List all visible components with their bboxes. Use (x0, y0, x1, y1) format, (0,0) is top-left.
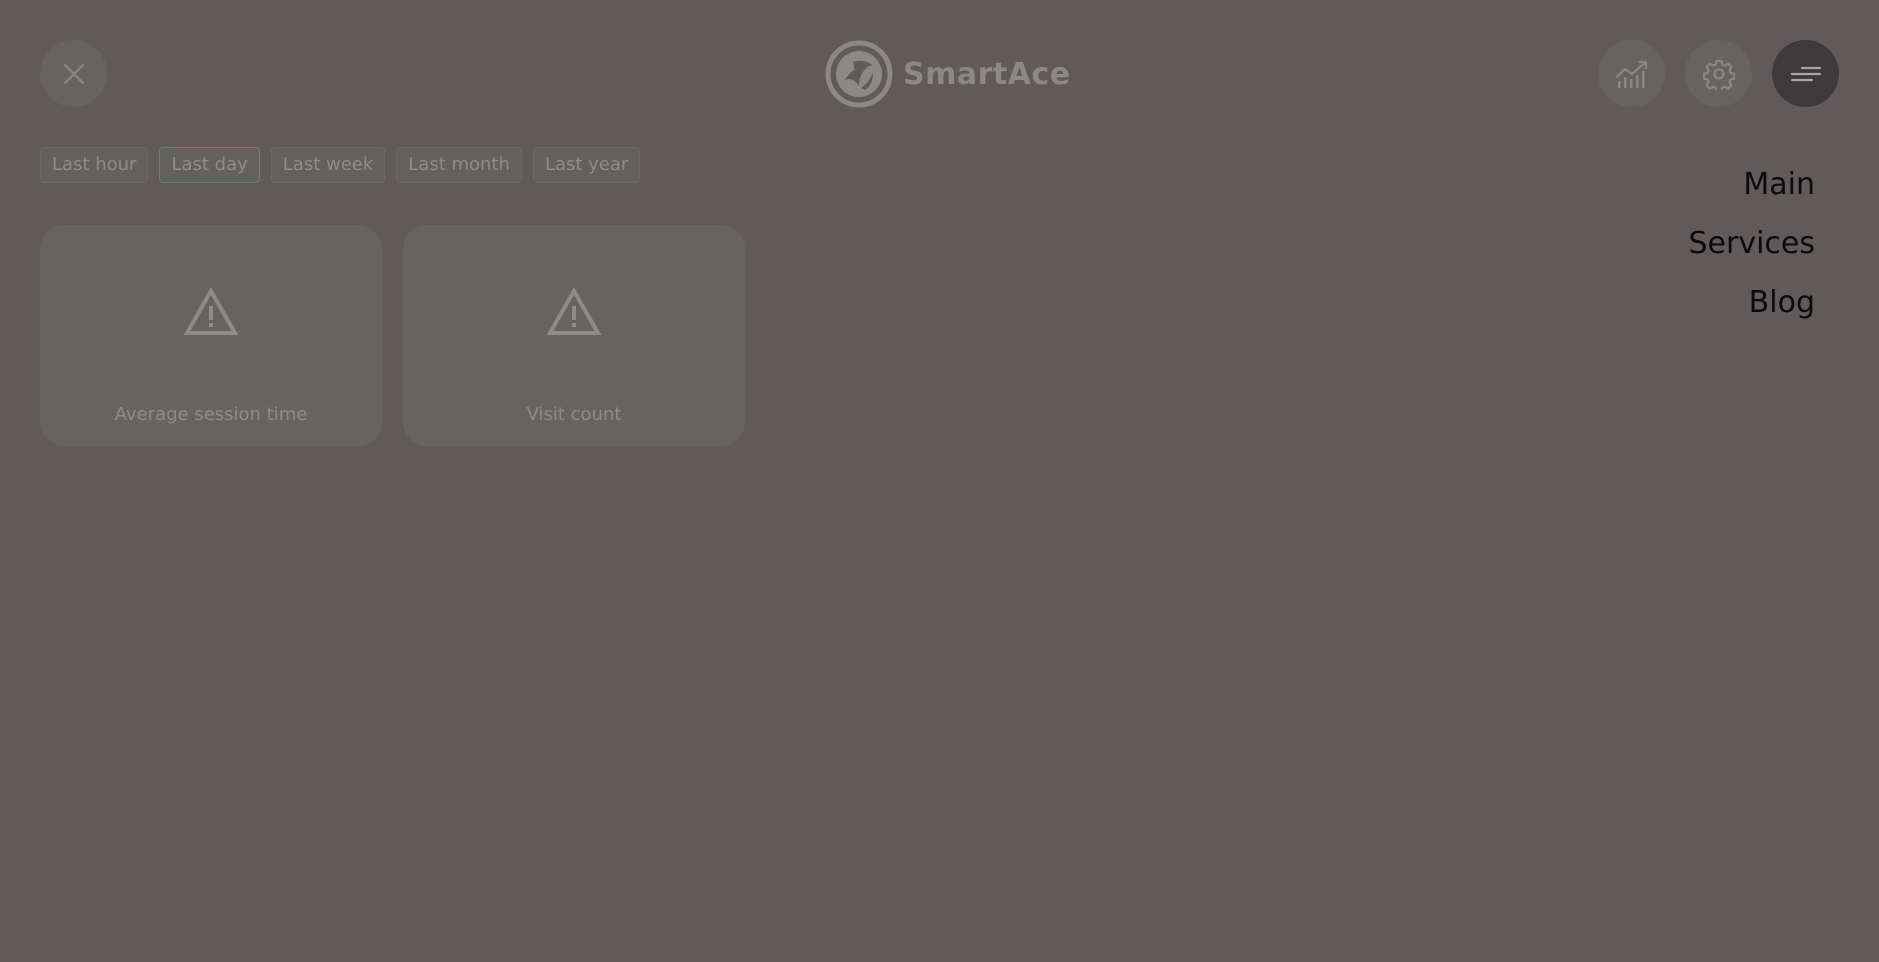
warning-icon (183, 287, 239, 335)
gear-icon (1702, 59, 1735, 90)
menu-button[interactable] (1772, 40, 1839, 107)
dashboard-page: SmartAce Last hour Last day Last week La… (0, 0, 1879, 962)
filter-last-day[interactable]: Last day (159, 147, 260, 183)
filter-last-week[interactable]: Last week (270, 147, 386, 183)
close-button[interactable] (40, 40, 107, 107)
time-range-filters: Last hour Last day Last week Last month … (40, 147, 641, 183)
chart-icon (1615, 60, 1647, 88)
nav-item-main[interactable]: Main (1688, 165, 1815, 224)
settings-button[interactable] (1685, 40, 1752, 107)
card-label: Visit count (526, 404, 622, 425)
nav-item-blog[interactable]: Blog (1688, 283, 1815, 342)
warning-icon (546, 287, 602, 335)
card-label: Average session time (114, 404, 308, 425)
logo[interactable]: SmartAce (825, 39, 1071, 109)
close-icon (63, 63, 84, 84)
nav-item-services[interactable]: Services (1688, 224, 1815, 283)
metric-card-visit-count[interactable]: Visit count (403, 225, 745, 446)
logo-icon (825, 40, 893, 108)
menu-icon (1790, 66, 1821, 81)
analytics-button[interactable] (1598, 40, 1665, 107)
metric-card-average-session-time[interactable]: Average session time (40, 225, 382, 446)
filter-last-hour[interactable]: Last hour (40, 147, 149, 183)
filter-last-month[interactable]: Last month (396, 147, 522, 183)
filter-last-year[interactable]: Last year (532, 147, 641, 183)
nav-menu: Main Services Blog (1688, 165, 1815, 342)
logo-text: SmartAce (903, 56, 1071, 92)
